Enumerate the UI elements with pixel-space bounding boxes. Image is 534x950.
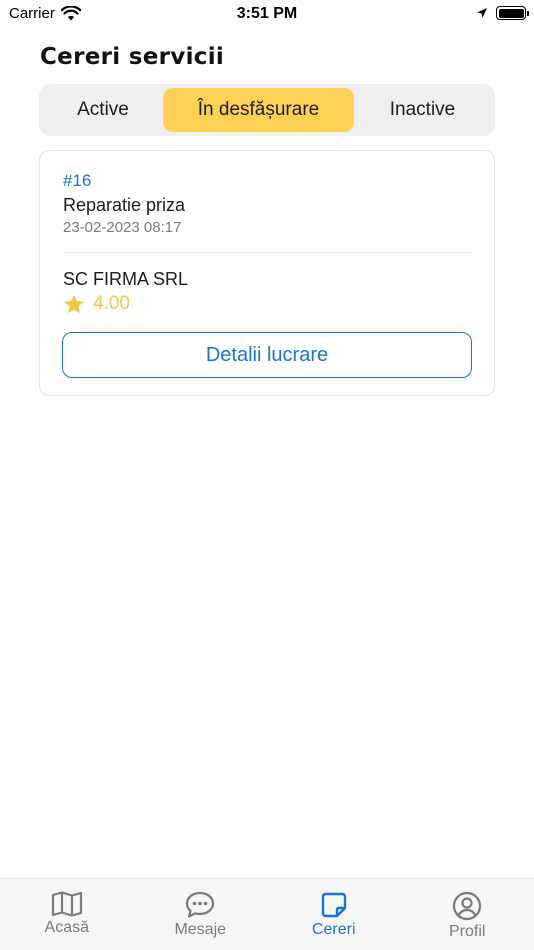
request-id: #16 bbox=[63, 171, 92, 190]
tab-label-profil: Profil bbox=[449, 923, 486, 940]
card-divider bbox=[63, 252, 473, 253]
status-bar: Carrier 3:51 PM bbox=[0, 0, 534, 28]
battery-icon bbox=[496, 6, 529, 20]
request-date: 23-02-2023 08:17 bbox=[63, 219, 182, 236]
tab-acasa[interactable]: Acasă bbox=[0, 879, 134, 950]
user-circle-icon bbox=[453, 891, 482, 921]
segment-in-progress[interactable]: În desfășurare bbox=[163, 88, 354, 132]
segment-inactive[interactable]: Inactive bbox=[354, 88, 491, 132]
request-title: Reparatie priza bbox=[63, 195, 186, 215]
tab-cereri[interactable]: Cereri bbox=[267, 879, 401, 950]
company-rating: 4.00 bbox=[63, 293, 130, 315]
note-icon bbox=[321, 892, 346, 918]
chat-bubble-icon bbox=[186, 891, 215, 918]
star-icon bbox=[64, 294, 84, 313]
company-name: SC FIRMA SRL bbox=[63, 269, 189, 289]
location-arrow-icon bbox=[477, 8, 487, 18]
tab-label-cereri: Cereri bbox=[311, 921, 356, 938]
request-card: #16 Reparatie priza 23-02-2023 08:17 SC … bbox=[39, 150, 495, 396]
status-segmented-control: Active În desfășurare Inactive bbox=[39, 84, 495, 136]
segment-active[interactable]: Active bbox=[43, 88, 163, 132]
tab-bar: Acasă Mesaje Cereri Profil bbox=[0, 878, 534, 950]
tab-label-mesaje: Mesaje bbox=[174, 921, 227, 938]
tab-mesaje[interactable]: Mesaje bbox=[134, 879, 268, 950]
rating-value: 4.00 bbox=[93, 293, 130, 314]
status-time: 3:51 PM bbox=[236, 5, 298, 22]
tab-profil[interactable]: Profil bbox=[401, 879, 534, 950]
status-right bbox=[476, 6, 529, 20]
page-title: Cereri servicii bbox=[40, 44, 225, 70]
details-button[interactable]: Detalii lucrare bbox=[62, 332, 472, 378]
map-icon bbox=[51, 891, 82, 917]
tab-label-acasa: Acasă bbox=[44, 919, 89, 936]
